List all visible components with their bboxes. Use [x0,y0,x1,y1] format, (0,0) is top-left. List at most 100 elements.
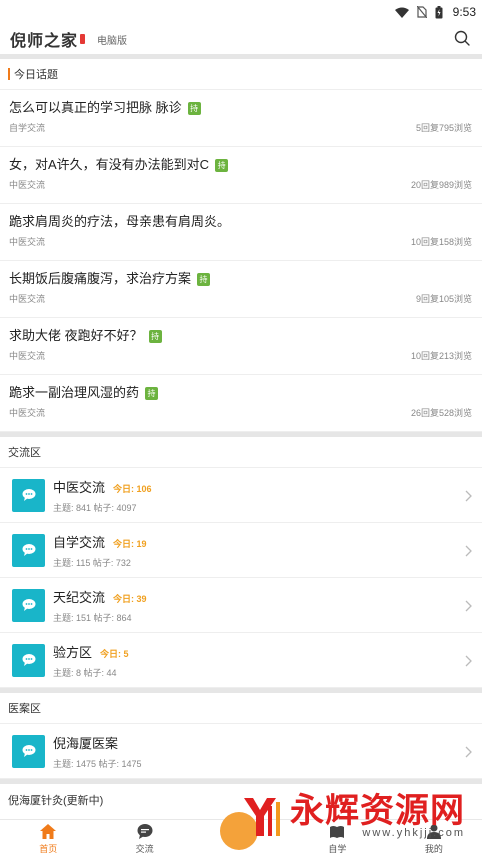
tab-self-study-label: 自学 [328,843,347,854]
forum-name-row: 自学交流 今日: 19 [53,532,147,551]
forum-meta: 主题: 1475 帖子: 1475 [53,758,142,769]
topic-title: 怎么可以真正的学习把脉 脉诊 [9,100,182,115]
forum-info: 自学交流 今日: 19 主题: 115 帖子: 732 [53,532,147,569]
topic-title-row: 女，对A许久，有没有办法能到对C 持 [9,157,472,173]
forum-name-row: 验方区 今日: 5 [53,642,129,661]
topic-tag-badge: 持 [215,158,229,172]
forum-chat-icon [12,734,45,768]
forum-row[interactable]: 自学交流 今日: 19 主题: 115 帖子: 732 [0,523,482,578]
forum-today-count: 今日: 106 [113,483,152,494]
forum-today-count: 今日: 39 [113,593,147,604]
topic-category[interactable]: 中医交流 [9,349,45,362]
forum-row[interactable]: 倪海厦医案主题: 1475 帖子: 1475 [0,724,482,779]
search-icon[interactable] [454,30,470,51]
topic-row[interactable]: 长期饭后腹痛腹泻，求治疗方案持中医交流 9回复105浏览 [0,261,482,318]
forum-chat-icon [12,478,45,512]
forum-chat-icon [12,533,45,567]
no-sim-icon [416,6,427,18]
topic-tag-badge: 持 [187,101,201,115]
topic-category[interactable]: 中医交流 [9,235,45,248]
chevron-right-icon [465,745,472,763]
topic-title-row: 长期饭后腹痛腹泻，求治疗方案持 [9,271,472,287]
status-bar: 9:53 [0,0,482,24]
topic-tag-badge: 持 [197,272,211,286]
topic-title: 长期饭后腹痛腹泻，求治疗方案 [9,271,192,286]
topic-stats: 10回复158浏览 [410,237,472,247]
today-topics-heading: 今日话题 [0,59,482,90]
exchange-forum-list: 中医交流 今日: 106 主题: 841 帖子: 4097 自学交流 今日: 19 主题:… [0,468,482,688]
topic-tag-badge: 持 [145,386,159,400]
watermark-text: 永辉资源网 [290,791,465,831]
topic-row[interactable]: 跪求一副治理风湿的药持中医交流 26回复528浏览 [0,375,482,432]
chevron-right-icon [465,654,472,672]
app-name: 倪师之家 [10,33,79,50]
topic-title: 跪求肩周炎的疗法，母亲患有肩周炎。 [9,214,231,229]
clock-time: 9:53 [452,5,476,19]
topic-category[interactable]: 中医交流 [9,406,45,419]
topic-row[interactable]: 跪求肩周炎的疗法，母亲患有肩周炎。 中医交流 10回复158浏览 [0,204,482,261]
forum-name: 中医交流 [53,479,106,495]
topic-title-row: 怎么可以真正的学习把脉 脉诊持 [9,100,472,116]
forum-row[interactable]: 验方区 今日: 5 主题: 8 帖子: 44 [0,633,482,688]
forum-chat-icon [12,643,45,677]
topic-tag-badge: 持 [148,329,162,343]
forum-row[interactable]: 中医交流 今日: 106 主题: 841 帖子: 4097 [0,468,482,523]
forum-name-row: 中医交流 今日: 106 [53,477,152,496]
exchange-area-heading: 交流区 [0,437,482,468]
tab-exchange[interactable]: 交流 [96,820,192,858]
forum-today-count: 今日: 5 [100,648,129,659]
case-forum-list: 倪海厦医案主题: 1475 帖子: 1475 [0,724,482,779]
topic-title: 女，对A许久，有没有办法能到对C [9,157,210,172]
topic-row[interactable]: 怎么可以真正的学习把脉 脉诊持自学交流 5回复795浏览 [0,90,482,147]
home-icon [40,824,57,840]
wifi-icon [394,7,409,18]
tab-home-label: 首页 [39,843,58,854]
topic-stats: 10回复213浏览 [410,351,472,361]
forum-row[interactable]: 天纪交流 今日: 39 主题: 151 帖子: 864 [0,578,482,633]
topic-category[interactable]: 自学交流 [9,121,45,134]
tab-mine-label: 我的 [424,843,443,854]
battery-icon [435,5,443,19]
tab-exchange-label: 交流 [135,843,154,854]
topic-category[interactable]: 中医交流 [9,178,45,191]
watermark: 永辉资源网 www.yhkjjj.com [238,792,465,840]
forum-info: 倪海厦医案主题: 1475 帖子: 1475 [53,733,142,770]
chevron-right-icon [465,599,472,617]
forum-name: 天纪交流 [53,589,106,605]
chevron-right-icon [465,544,472,562]
forum-name-row: 天纪交流 今日: 39 [53,587,147,606]
topic-stats: 9回复105浏览 [415,294,472,304]
forum-info: 验方区 今日: 5 主题: 8 帖子: 44 [53,642,129,679]
forum-today-count: 今日: 19 [113,538,147,549]
forum-name-row: 倪海厦医案 [53,733,142,752]
topic-category[interactable]: 中医交流 [9,292,45,305]
forum-meta: 主题: 8 帖子: 44 [53,667,117,678]
topic-title-row: 求助大佬 夜跑好不好？ 持 [9,328,472,344]
chat-bubble-icon [137,824,153,840]
chevron-right-icon [465,489,472,507]
forum-meta: 主题: 115 帖子: 732 [53,557,131,568]
topic-stats: 20回复989浏览 [410,180,472,190]
tab-home[interactable]: 首页 [0,820,96,858]
topic-title-row: 跪求肩周炎的疗法，母亲患有肩周炎。 [9,214,472,230]
forum-info: 天纪交流 今日: 39 主题: 151 帖子: 864 [53,587,147,624]
topic-stats: 5回复795浏览 [415,123,472,133]
forum-name: 自学交流 [53,534,106,550]
topic-title: 求助大佬 夜跑好不好？ [9,328,143,343]
topic-row[interactable]: 女，对A许久，有没有办法能到对C 持中医交流 20回复989浏览 [0,147,482,204]
forum-name: 倪海厦医案 [53,735,119,751]
logo-seal-icon [80,34,86,44]
topic-title: 跪求一副治理风湿的药 [9,385,140,400]
topic-stats: 26回复528浏览 [410,408,472,418]
forum-info: 中医交流 今日: 106 主题: 841 帖子: 4097 [53,477,152,514]
topic-title-row: 跪求一副治理风湿的药持 [9,385,472,401]
topic-row[interactable]: 求助大佬 夜跑好不好？ 持中医交流 10回复213浏览 [0,318,482,375]
today-topics-list: 怎么可以真正的学习把脉 脉诊持自学交流 5回复795浏览 女，对A许久，有没有办法能… [0,90,482,432]
app-logo: 倪师之家 [10,27,86,51]
forum-meta: 主题: 151 帖子: 864 [53,612,132,623]
case-area-heading: 医案区 [0,693,482,724]
desktop-version-link[interactable]: 电脑版 [97,32,127,47]
forum-name: 验方区 [53,644,93,660]
forum-meta: 主题: 841 帖子: 4097 [53,502,137,513]
app-header: 倪师之家 电脑版 [0,24,482,54]
